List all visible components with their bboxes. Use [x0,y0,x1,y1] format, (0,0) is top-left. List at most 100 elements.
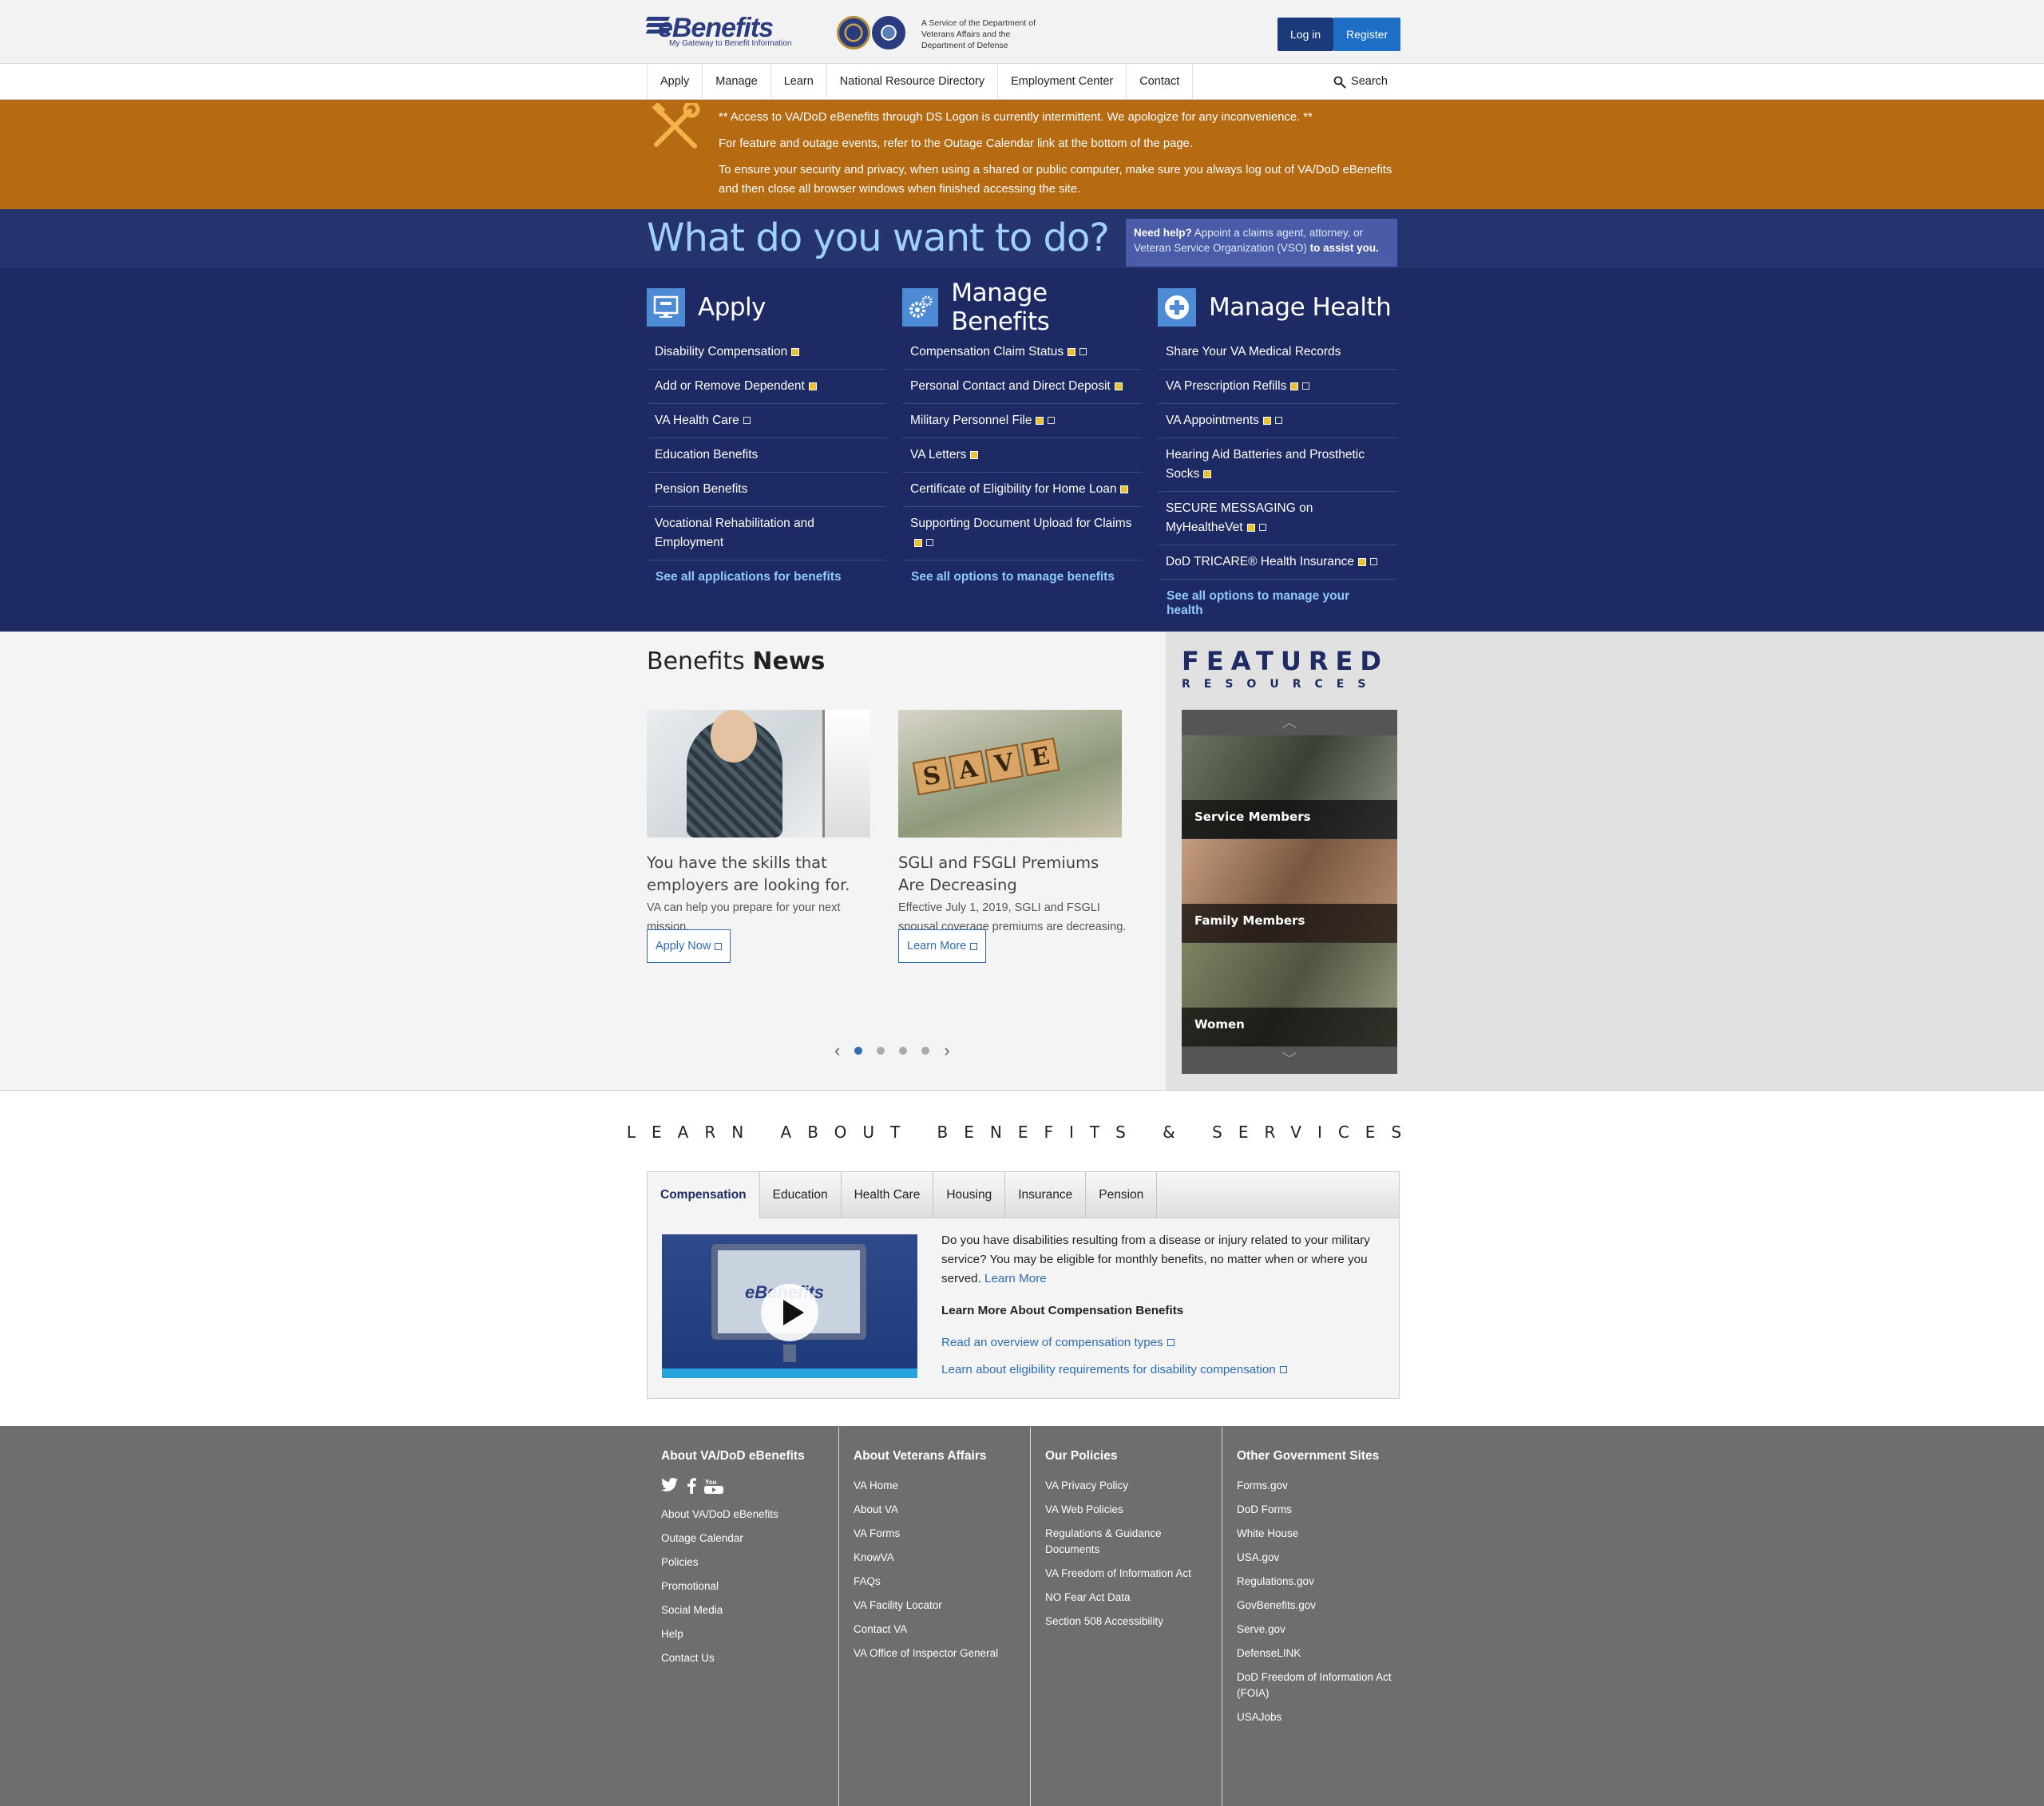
health-link[interactable]: VA Appointments [1158,404,1397,438]
tab-housing[interactable]: Housing [933,1172,1006,1218]
eligibility-requirements-link[interactable]: Learn about eligibility requirements for… [941,1360,1388,1380]
tab-compensation[interactable]: Compensation [648,1172,760,1218]
gears-icon [902,288,939,327]
twitter-icon[interactable] [661,1477,679,1499]
login-button[interactable]: Log in [1278,18,1334,51]
footer-link[interactable]: White House [1237,1526,1399,1542]
manage-link[interactable]: Personal Contact and Direct Deposit [902,370,1142,404]
manage-link[interactable]: Supporting Document Upload for Claims [902,507,1142,560]
save-tile: A [949,750,988,790]
ebenefits-logo[interactable]: eBenefits My Gateway to Benefit Informat… [645,13,806,50]
footer-link[interactable]: GovBenefits.gov [1237,1598,1399,1614]
footer-link[interactable]: FAQs [854,1574,1016,1590]
nav-contact[interactable]: Contact [1127,64,1194,100]
tab-education[interactable]: Education [760,1172,842,1218]
footer-link[interactable]: Section 508 Accessibility [1045,1614,1207,1630]
apply-now-button[interactable]: Apply Now [647,929,731,963]
tab-insurance[interactable]: Insurance [1005,1172,1087,1218]
see-all-manage-health-link[interactable]: See all options to manage your health [1158,580,1397,628]
tab-health-care[interactable]: Health Care [842,1172,934,1218]
manage-link[interactable]: VA Letters [902,438,1142,473]
register-button[interactable]: Register [1333,18,1401,51]
footer-link[interactable]: Regulations.gov [1237,1574,1399,1590]
login-required-icon [1262,416,1271,425]
login-required-icon [1203,469,1212,478]
footer-link[interactable]: Promotional [661,1578,824,1594]
footer-link[interactable]: VA Office of Inspector General [854,1646,1016,1661]
manage-link[interactable]: Military Personnel File [902,404,1142,438]
chevron-up-icon[interactable]: ︿ [1182,710,1397,735]
carousel-dot[interactable] [921,1047,930,1055]
search-button[interactable]: Search [1333,64,1388,100]
health-link[interactable]: Share Your VA Medical Records [1158,335,1397,370]
tools-icon [652,103,700,149]
manage-link[interactable]: Certificate of Eligibility for Home Loan [902,473,1142,507]
manage-link[interactable]: Compensation Claim Status [902,335,1142,370]
see-all-manage-benefits-link[interactable]: See all options to manage benefits [902,560,1142,594]
footer-link[interactable]: VA Privacy Policy [1045,1478,1207,1494]
apply-link[interactable]: Add or Remove Dependent [647,370,886,404]
carousel-dot[interactable] [854,1047,863,1055]
health-link[interactable]: SECURE MESSAGING on MyHealtheVet [1158,492,1397,545]
need-help-box[interactable]: Need help? Appoint a claims agent, attor… [1126,219,1397,267]
footer-link[interactable]: VA Facility Locator [854,1598,1016,1614]
featured-women[interactable]: Women [1182,943,1397,1047]
footer-link[interactable]: Regulations & Guidance Documents [1045,1526,1207,1558]
footer-link[interactable]: USA.gov [1237,1550,1399,1566]
footer-link[interactable]: DoD Freedom of Information Act (FOIA) [1237,1669,1399,1701]
footer-link[interactable]: DefenseLINK [1237,1646,1399,1661]
footer-link[interactable]: Social Media [661,1602,824,1618]
learn-more-link[interactable]: Learn More [984,1272,1047,1285]
dod-seal-icon [872,16,905,50]
apply-link[interactable]: Disability Compensation [647,335,886,370]
compensation-types-link[interactable]: Read an overview of compensation types [941,1333,1388,1353]
footer-link[interactable]: Serve.gov [1237,1622,1399,1638]
apply-link[interactable]: VA Health Care [647,404,886,438]
footer-link[interactable]: About VA [854,1502,1016,1518]
footer-link[interactable]: Outage Calendar [661,1531,824,1547]
footer-link[interactable]: Forms.gov [1237,1478,1399,1494]
footer-link[interactable]: DoD Forms [1237,1502,1399,1518]
apply-link[interactable]: Education Benefits [647,438,886,473]
login-required-icon [1120,485,1129,493]
footer-link[interactable]: About VA/DoD eBenefits [661,1507,824,1523]
chevron-right-icon[interactable]: › [944,1040,949,1061]
see-all-applications-link[interactable]: See all applications for benefits [647,560,886,594]
tab-pension[interactable]: Pension [1086,1172,1158,1218]
footer-link[interactable]: Contact VA [854,1622,1016,1638]
featured-family-members[interactable]: Family Members [1182,839,1397,943]
footer-link[interactable]: VA Home [854,1478,1016,1494]
facebook-icon[interactable] [687,1478,696,1499]
footer-link[interactable]: Contact Us [661,1650,824,1666]
featured-service-members[interactable]: Service Members [1182,735,1397,839]
footer-link[interactable]: KnowVA [854,1550,1016,1566]
footer-link[interactable]: VA Freedom of Information Act [1045,1566,1207,1582]
footer-link[interactable]: NO Fear Act Data [1045,1590,1207,1606]
apply-link[interactable]: Vocational Rehabilitation and Employment [647,507,886,560]
youtube-icon[interactable]: You [704,1478,723,1499]
health-link[interactable]: DoD TRICARE® Health Insurance [1158,545,1397,580]
footer-link[interactable]: USAJobs [1237,1709,1399,1725]
nav-national-resource-directory[interactable]: National Resource Directory [827,64,999,100]
nav-manage[interactable]: Manage [703,64,771,100]
footer-link[interactable]: VA Web Policies [1045,1502,1207,1518]
external-link-icon [1274,417,1282,425]
carousel-dot[interactable] [899,1047,908,1055]
chevron-down-icon[interactable]: ﹀ [1182,1047,1397,1072]
compensation-description: Do you have disabilities resulting from … [941,1234,1370,1285]
compensation-video[interactable]: eBenefits [662,1234,917,1378]
health-link[interactable]: Hearing Aid Batteries and Prosthetic Soc… [1158,438,1397,492]
apply-link[interactable]: Pension Benefits [647,473,886,507]
play-icon[interactable] [761,1284,818,1341]
nav-learn[interactable]: Learn [771,64,827,100]
nav-employment-center[interactable]: Employment Center [998,64,1127,100]
footer-heading: About VA/DoD eBenefits [661,1449,805,1463]
nav-apply[interactable]: Apply [647,64,703,100]
learn-more-button[interactable]: Learn More [898,929,987,963]
footer-link[interactable]: VA Forms [854,1526,1016,1542]
footer-link[interactable]: Help [661,1626,824,1642]
carousel-dot[interactable] [877,1047,885,1055]
chevron-left-icon[interactable]: ‹ [834,1040,840,1061]
footer-link[interactable]: Policies [661,1555,824,1570]
health-link[interactable]: VA Prescription Refills [1158,370,1397,404]
